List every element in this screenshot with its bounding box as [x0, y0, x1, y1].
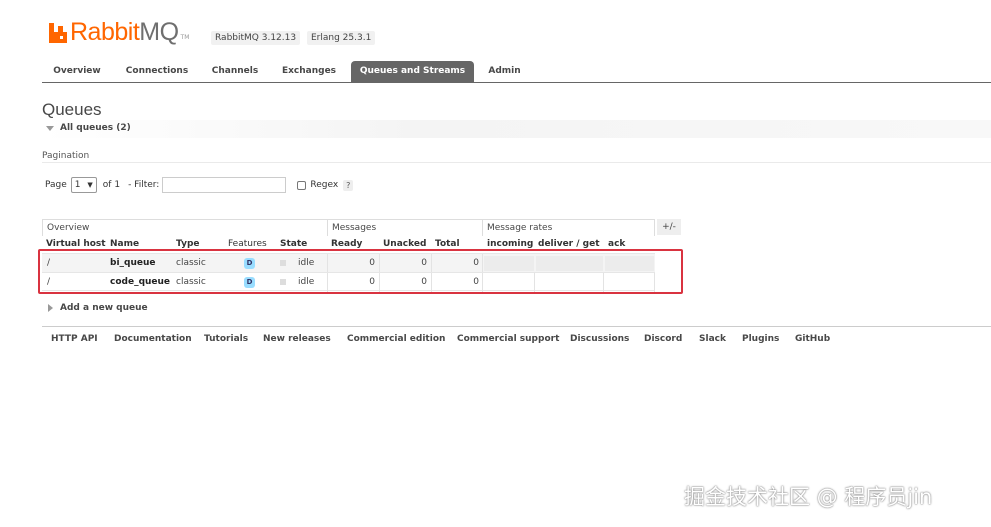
rabbitmq-version-badge: RabbitMQ 3.12.13: [211, 31, 301, 45]
group-messages: Messages: [327, 219, 483, 236]
page-title: Queues: [42, 100, 102, 119]
logo-mq: MQ: [139, 18, 179, 46]
regex-label: Regex: [310, 180, 339, 190]
rabbitmq-logo[interactable]: RabbitMQ TM: [49, 19, 189, 45]
logo-trademark: TM: [180, 34, 190, 41]
chevron-down-icon: ▼: [87, 181, 93, 189]
regex-checkbox[interactable]: [297, 180, 307, 190]
add-new-queue-label: Add a new queue: [60, 303, 148, 313]
divider: [42, 162, 991, 163]
regex-help-button[interactable]: ?: [343, 179, 354, 191]
tab-connections[interactable]: Connections: [119, 61, 195, 82]
header: RabbitMQ TM RabbitMQ 3.12.13 Erlang 25.3…: [0, 0, 991, 60]
footer-link-http-api[interactable]: HTTP API: [51, 334, 98, 344]
main-tabs: Overview Connections Channels Exchanges …: [42, 61, 991, 83]
tab-queues-and-streams[interactable]: Queues and Streams: [351, 61, 474, 82]
footer-link-commercial-support[interactable]: Commercial support: [457, 334, 559, 344]
tab-exchanges[interactable]: Exchanges: [275, 61, 343, 82]
footer-link-tutorials[interactable]: Tutorials: [204, 334, 248, 344]
footer-divider: [42, 326, 991, 327]
footer-link-documentation[interactable]: Documentation: [114, 334, 192, 344]
group-overview: Overview: [42, 219, 328, 236]
expand-triangle-icon: [48, 304, 53, 312]
all-queues-label: All queues (2): [60, 123, 131, 133]
rabbit-logo-icon: [49, 23, 67, 43]
section-header-bar: [42, 120, 991, 138]
footer-link-discord[interactable]: Discord: [644, 334, 682, 344]
logo-text: RabbitMQ: [70, 19, 179, 45]
add-new-queue-toggle[interactable]: Add a new queue: [48, 303, 148, 313]
filter-input[interactable]: [162, 177, 287, 193]
footer-link-discussions[interactable]: Discussions: [570, 334, 629, 344]
logo-rabbit: Rabbit: [70, 18, 140, 46]
footer-link-new-releases[interactable]: New releases: [263, 334, 331, 344]
page-select-value: 1: [74, 180, 81, 190]
group-message-rates: Message rates: [482, 219, 655, 236]
footer-link-github[interactable]: GitHub: [795, 334, 830, 344]
watermark-text: 掘金技术社区 @ 程序员jin: [684, 485, 933, 509]
filter-label: - Filter:: [128, 180, 160, 190]
page-label: Page: [45, 180, 67, 190]
tab-admin[interactable]: Admin: [482, 61, 527, 82]
collapse-triangle-icon: [46, 125, 54, 131]
erlang-version-badge: Erlang 25.3.1: [307, 31, 376, 45]
footer-link-plugins[interactable]: Plugins: [742, 334, 779, 344]
tab-overview[interactable]: Overview: [42, 61, 112, 82]
footer-link-commercial-edition[interactable]: Commercial edition: [347, 334, 445, 344]
pagination-label: Pagination: [42, 151, 90, 161]
footer-link-slack[interactable]: Slack: [699, 334, 726, 344]
page-of-label: of 1: [102, 180, 121, 190]
tab-channels[interactable]: Channels: [202, 61, 268, 82]
page-select[interactable]: 1 ▼: [70, 177, 97, 193]
column-toggle-button[interactable]: +/-: [657, 219, 681, 235]
pager: Page 1 ▼ of 1 - Filter: Regex ?: [45, 176, 354, 194]
all-queues-toggle[interactable]: All queues (2): [46, 123, 131, 133]
highlight-annotation-box: [38, 249, 683, 294]
